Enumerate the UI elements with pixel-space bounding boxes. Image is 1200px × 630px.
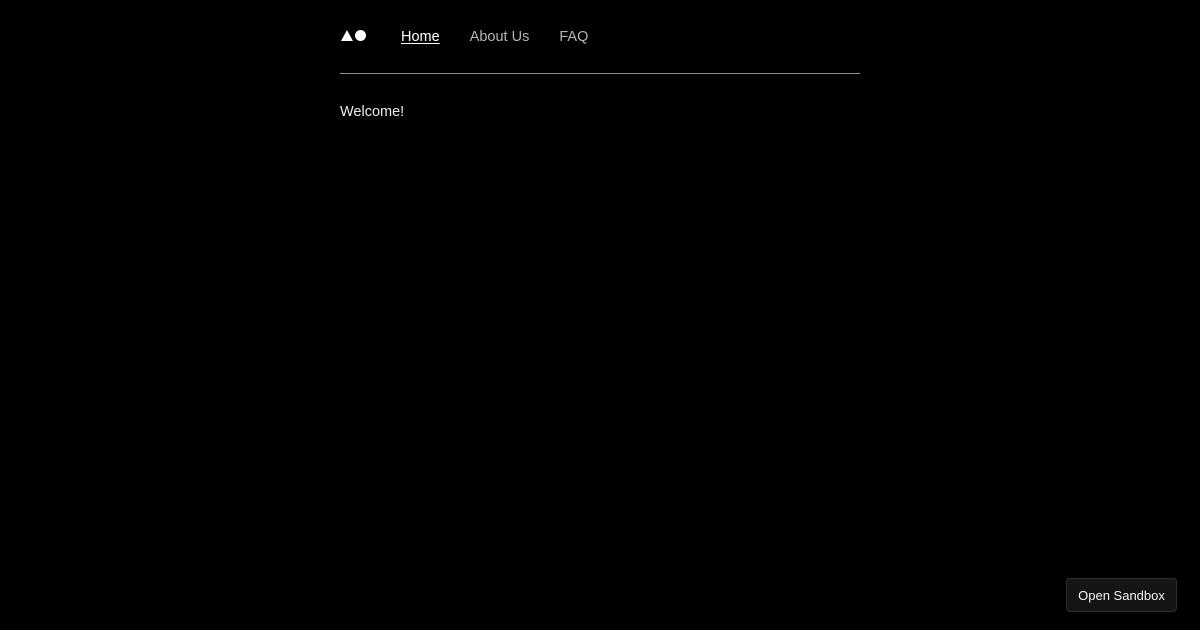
welcome-text: Welcome!: [340, 104, 405, 120]
open-sandbox-button[interactable]: Open Sandbox: [1066, 578, 1177, 612]
page-container: Home About Us FAQ Welcome!: [340, 0, 860, 120]
top-navigation: Home About Us FAQ: [340, 0, 860, 74]
logo[interactable]: [341, 30, 366, 41]
circle-icon: [355, 30, 366, 41]
nav-link-faq[interactable]: FAQ: [559, 29, 588, 45]
triangle-icon: [341, 30, 353, 41]
nav-link-home[interactable]: Home: [401, 29, 440, 45]
main-content: Welcome!: [340, 104, 860, 120]
nav-link-about-us[interactable]: About Us: [470, 29, 530, 45]
